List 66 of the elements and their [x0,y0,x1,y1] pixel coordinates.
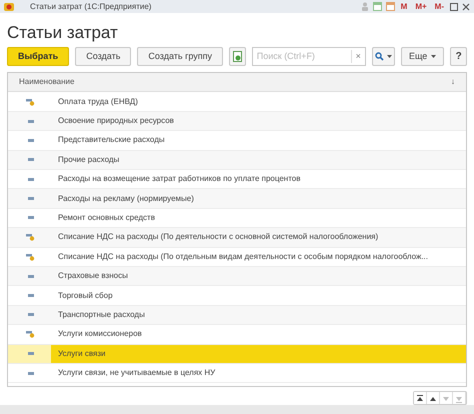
search-options-button[interactable] [372,47,395,66]
app-logo-icon [4,2,14,10]
table-row[interactable]: Прочие расходы [8,150,466,170]
spreadsheet-icon[interactable] [372,2,382,11]
item-icon [28,352,34,356]
jump-top-icon [416,394,424,402]
table-cell: Списание НДС на расходы (По отдельным видам деятельности с особым порядком налогооблож... [58,250,428,263]
table-row[interactable]: Списание НДС на расходы (По отдельным видам деятельности с особым порядком налогооблож... [8,248,466,267]
item-with-mark-icon [26,98,35,106]
toolbar-button[interactable]: Создать [75,47,132,66]
sort-indicator: ↓ [451,76,455,88]
item-icon [28,216,34,220]
first-button[interactable] [414,392,427,404]
table-cell: Прочие расходы [58,154,120,166]
item-icon [28,197,34,200]
calendar-icon[interactable] [386,2,395,11]
item-icon [28,158,34,162]
item-icon [28,372,34,375]
page-heading: Статьи затрат [6,22,119,44]
table-cell: Оплата труда (ЕНВД) [58,96,138,108]
table-cell: Транспортные расходы [58,308,145,321]
table-cell: Представительские расходы [58,134,165,146]
item-icon [28,138,34,142]
column-header[interactable]: Наименование [19,76,74,88]
item-with-mark-icon [26,233,35,242]
table-cell: Расходы на рекламу (нормируемые) [58,192,194,205]
table-row[interactable]: Расходы на рекламу (нормируемые) [8,189,466,209]
item-icon [28,178,34,181]
item-icon [28,294,34,298]
memory-button[interactable]: M+ [413,0,429,12]
table-cell: Ремонт основных средств [58,212,155,224]
maximize-icon[interactable] [450,2,458,10]
table-cell: Освоение природных ресурсов [58,115,174,127]
search-field[interactable]: Поиск (Ctrl+F) × [252,47,366,66]
table-cell: Расходы на возмещение затрат работников по уплате процентов [58,173,300,186]
toolbar-button[interactable]: Создать группу [137,47,224,66]
clear-button[interactable]: × [350,50,365,64]
up-button[interactable] [427,392,440,404]
search-icon [374,52,384,62]
item-icon [28,120,34,122]
item-icon [28,274,34,278]
table-row[interactable]: Услуги связи [8,344,466,364]
table-cell: Услуги связи [58,348,106,360]
help-button[interactable]: ? [450,47,467,66]
table-cell: Торговый сбор [58,290,113,302]
add-button[interactable] [229,47,246,66]
document-plus-icon [232,51,242,62]
table-row[interactable]: Страховые взносы [8,266,466,286]
table-row[interactable]: Транспортные расходы [8,306,466,326]
table-cell: Услуги комиссионеров [58,328,142,340]
close-icon[interactable] [462,2,470,10]
table-row[interactable]: Освоение природных ресурсов [8,112,466,132]
more-button[interactable]: Еще [400,47,444,66]
window-title: Статьи затрат (1С:Предприятие) [30,0,152,12]
table-row[interactable]: Списание НДС на расходы (По деятельности с основной системой налогообложения) [8,228,466,248]
caret-icon [386,55,392,58]
table-cell: Услуги связи, не учитываемые в целях НУ [58,367,216,380]
item-with-mark-icon [26,252,35,261]
item-with-mark-icon [26,330,35,338]
memory-button[interactable]: M- [432,0,446,12]
caret-icon [431,55,436,58]
select-button[interactable]: Выбрать [7,47,70,66]
table-cell: Списание НДС на расходы (По деятельности с основной системой налогообложения) [58,231,378,244]
item-icon [28,313,34,316]
memory-button[interactable]: M [398,0,410,12]
table-cell: Страховые взносы [58,270,128,282]
